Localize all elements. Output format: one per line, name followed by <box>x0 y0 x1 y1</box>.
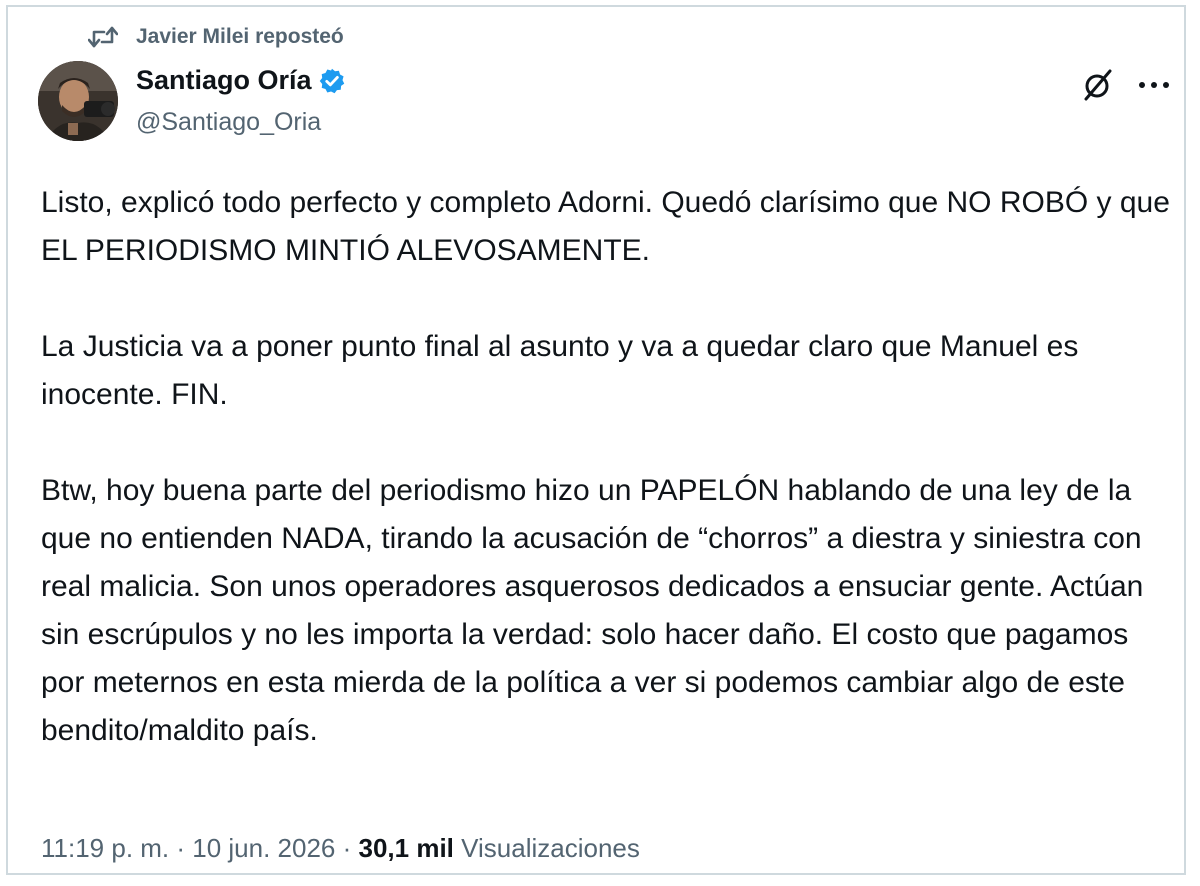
verified-badge-icon <box>319 68 344 93</box>
author-display-name[interactable]: Santiago Oría <box>136 65 312 96</box>
tweet-meta: 11:19 p. m. · 10 jun. 2026 · 30,1 mil Vi… <box>41 833 640 864</box>
tweet-card: Javier Milei reposteó Santiago Oría @San… <box>6 5 1186 875</box>
repost-indicator[interactable]: Javier Milei reposteó <box>88 25 344 49</box>
grok-icon[interactable] <box>1080 67 1116 103</box>
tweet-paragraph: Listo, explicó todo perfecto y completo … <box>41 186 1170 267</box>
views-label[interactable]: Visualizaciones <box>461 833 640 863</box>
repost-label: Javier Milei reposteó <box>136 25 344 48</box>
tweet-time[interactable]: 11:19 p. m. <box>41 833 169 863</box>
avatar-photo <box>38 61 118 141</box>
author-name-row[interactable]: Santiago Oría <box>136 65 346 96</box>
meta-separator: · <box>335 833 359 863</box>
tweet-text: Listo, explicó todo perfecto y completo … <box>41 179 1171 755</box>
tweet-paragraph: Btw, hoy buena parte del periodismo hizo… <box>41 474 1144 747</box>
repost-icon <box>88 26 118 48</box>
tweet-date[interactable]: 10 jun. 2026 <box>192 833 335 863</box>
avatar[interactable] <box>38 61 118 141</box>
tweet-paragraph: La Justicia va a poner punto final al as… <box>41 330 1079 411</box>
views-count: 30,1 mil <box>358 833 454 863</box>
author-handle[interactable]: @Santiago_Oria <box>136 108 321 137</box>
meta-separator: · <box>169 833 193 863</box>
more-options-icon[interactable] <box>1138 81 1170 89</box>
